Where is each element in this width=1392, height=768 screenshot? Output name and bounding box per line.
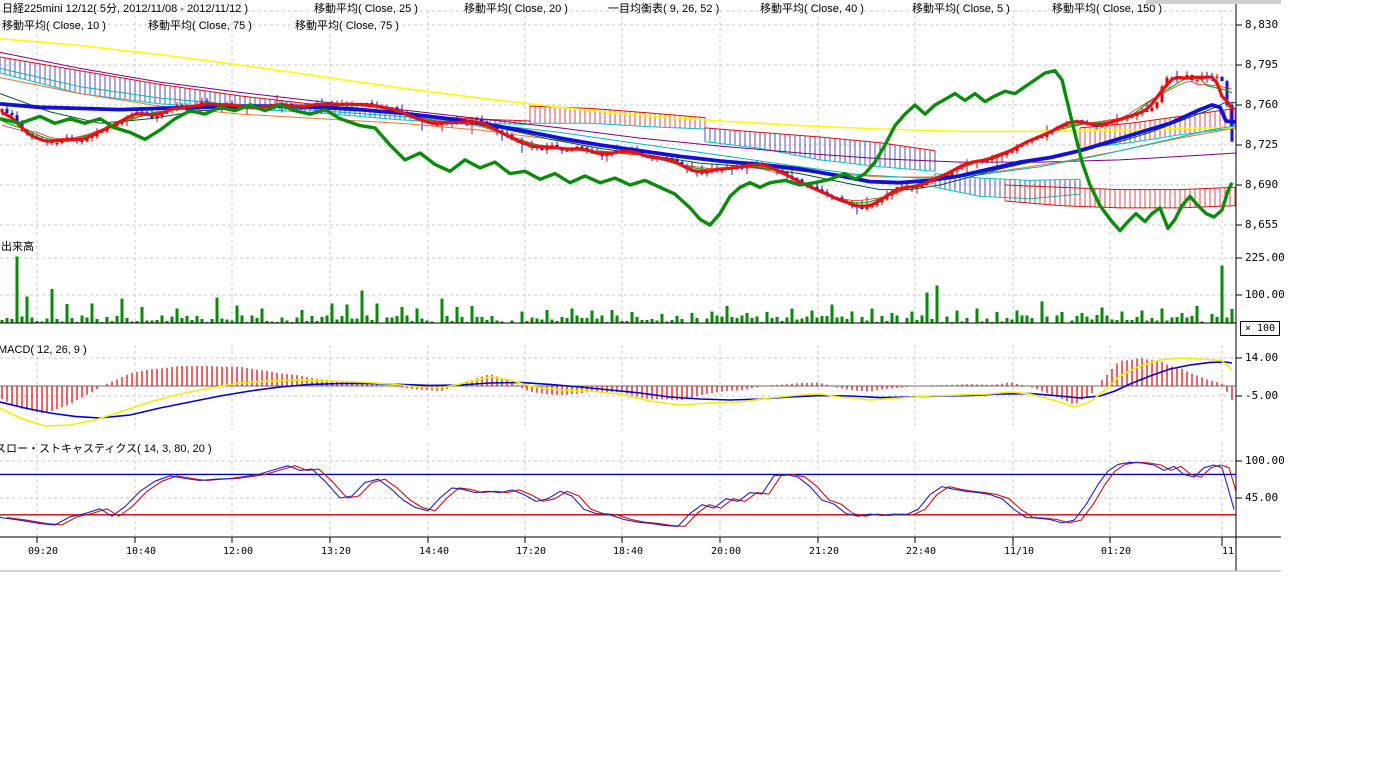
- macd-axis-label: 14.00: [1245, 351, 1278, 364]
- candlesticks: [1, 71, 1234, 215]
- stoch-axis-label: 45.00: [1245, 491, 1278, 504]
- indicator-label-row1-1: 移動平均( Close, 25 ): [314, 0, 418, 16]
- time-axis-label: 21:20: [809, 546, 839, 557]
- chart-frame: [0, 0, 1281, 571]
- macd-panel[interactable]: [0, 358, 1236, 426]
- ichimoku-cloud: [0, 57, 530, 124]
- macd-axis-label: -5.00: [1245, 389, 1278, 402]
- time-axis-label: 17:20: [516, 546, 546, 557]
- time-axis-label: 18:40: [613, 546, 643, 557]
- indicator-label-row1-4: 移動平均( Close, 40 ): [760, 0, 864, 16]
- time-axis-label: 20:00: [711, 546, 741, 557]
- time-axis-label: 22:40: [906, 546, 936, 557]
- price-axis-label: 8,725: [1245, 138, 1278, 151]
- volume-panel[interactable]: [0, 257, 1236, 323]
- price-panel[interactable]: [0, 39, 1236, 231]
- time-axis-label: 11: [1222, 546, 1234, 557]
- ichimoku-cloud: [1005, 185, 1236, 208]
- price-axis-label: 8,760: [1245, 98, 1278, 111]
- time-axis-label: 09:20: [28, 546, 58, 557]
- time-axis-label: 13:20: [321, 546, 351, 557]
- indicator-label-row2-0: 移動平均( Close, 10 ): [2, 17, 106, 33]
- stoch-axis-label: 100.00: [1245, 454, 1285, 467]
- chart-application-window: 出来高 MACD( 12, 26, 9 ) スロー・ストキャスティクス( 14,…: [0, 0, 1392, 768]
- time-axis-label: 14:40: [419, 546, 449, 557]
- indicator-label-row1-5: 移動平均( Close, 5 ): [912, 0, 1010, 16]
- price-axis-label: 8,795: [1245, 58, 1278, 71]
- indicator-label-row2-2: 移動平均( Close, 75 ): [295, 17, 399, 33]
- volume-axis-label: 225.00: [1245, 251, 1285, 264]
- volume-axis-label: 100.00: [1245, 288, 1285, 301]
- volume-multiplier-box: × 100: [1240, 321, 1280, 336]
- price-axis-label: 8,830: [1245, 18, 1278, 31]
- time-axis-label: 12:00: [223, 546, 253, 557]
- time-axis-label: 10:40: [126, 546, 156, 557]
- indicator-label-row1-6: 移動平均( Close, 150 ): [1052, 0, 1162, 16]
- time-axis-label: 01:20: [1101, 546, 1131, 557]
- indicator-label-row1-2: 移動平均( Close, 20 ): [464, 0, 568, 16]
- macd-panel-label: MACD( 12, 26, 9 ): [0, 344, 87, 356]
- volume-panel-label: 出来高: [1, 238, 34, 254]
- price-axis-label: 8,655: [1245, 218, 1278, 231]
- time-axis-label: 11/10: [1004, 546, 1034, 557]
- stoch-panel[interactable]: [0, 462, 1241, 526]
- stoch-panel-label: スロー・ストキャスティクス( 14, 3, 80, 20 ): [0, 440, 212, 456]
- chart-canvas[interactable]: [0, 0, 1392, 768]
- indicator-label-row2-1: 移動平均( Close, 75 ): [148, 17, 252, 33]
- price-axis-label: 8,690: [1245, 178, 1278, 191]
- indicator-label-row1-0: 日経225mini 12/12( 5分, 2012/11/08 - 2012/1…: [2, 0, 248, 16]
- window-top-edge: [1146, 0, 1281, 4]
- indicator-label-row1-3: 一目均衡表( 9, 26, 52 ): [608, 0, 719, 16]
